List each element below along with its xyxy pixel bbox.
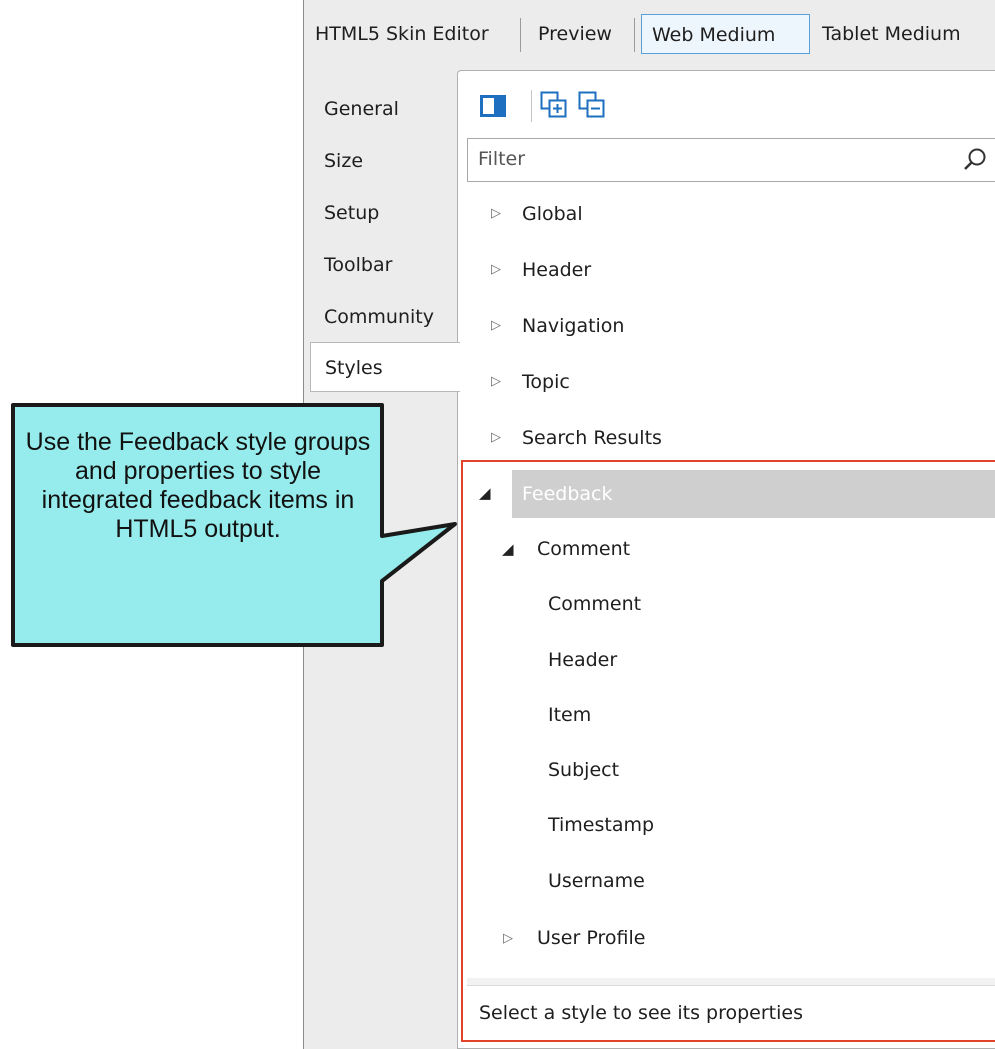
tab-separator — [520, 18, 521, 52]
side-item-styles[interactable]: Styles — [310, 342, 460, 392]
tab-html5-skin-editor[interactable]: HTML5 Skin Editor — [305, 14, 499, 54]
tree-item-header[interactable]: Header — [522, 245, 591, 295]
search-icon[interactable] — [963, 147, 989, 173]
filter-field — [467, 138, 995, 182]
expand-all-icon[interactable] — [540, 91, 568, 119]
tab-tablet-medium[interactable]: Tablet Medium — [812, 14, 971, 54]
side-item-general[interactable]: General — [310, 84, 455, 134]
tab-separator — [634, 18, 635, 52]
collapse-all-icon[interactable] — [578, 91, 606, 119]
tab-preview[interactable]: Preview — [528, 14, 622, 54]
toolbar-separator — [531, 90, 532, 122]
feedback-highlight-box — [461, 460, 995, 1042]
callout-text: Use the Feedback style groups and proper… — [25, 428, 371, 543]
expand-arrow-icon[interactable]: ▷ — [491, 430, 501, 445]
filter-input[interactable] — [468, 139, 948, 179]
tree-item-navigation[interactable]: Navigation — [522, 301, 624, 351]
expand-arrow-icon[interactable]: ▷ — [491, 374, 501, 389]
tree-item-global[interactable]: Global — [522, 189, 583, 239]
expand-arrow-icon[interactable]: ▷ — [491, 318, 501, 333]
expand-arrow-icon[interactable]: ▷ — [491, 262, 501, 277]
tree-item-search-results[interactable]: Search Results — [522, 413, 662, 463]
tree-item-topic[interactable]: Topic — [522, 357, 570, 407]
side-item-toolbar[interactable]: Toolbar — [310, 240, 455, 290]
panel-toggle-icon[interactable] — [480, 95, 506, 117]
side-item-setup[interactable]: Setup — [310, 188, 455, 238]
expand-arrow-icon[interactable]: ▷ — [491, 206, 501, 221]
side-item-size[interactable]: Size — [310, 136, 455, 186]
side-item-community[interactable]: Community — [310, 292, 455, 342]
tab-web-medium[interactable]: Web Medium — [641, 14, 810, 54]
